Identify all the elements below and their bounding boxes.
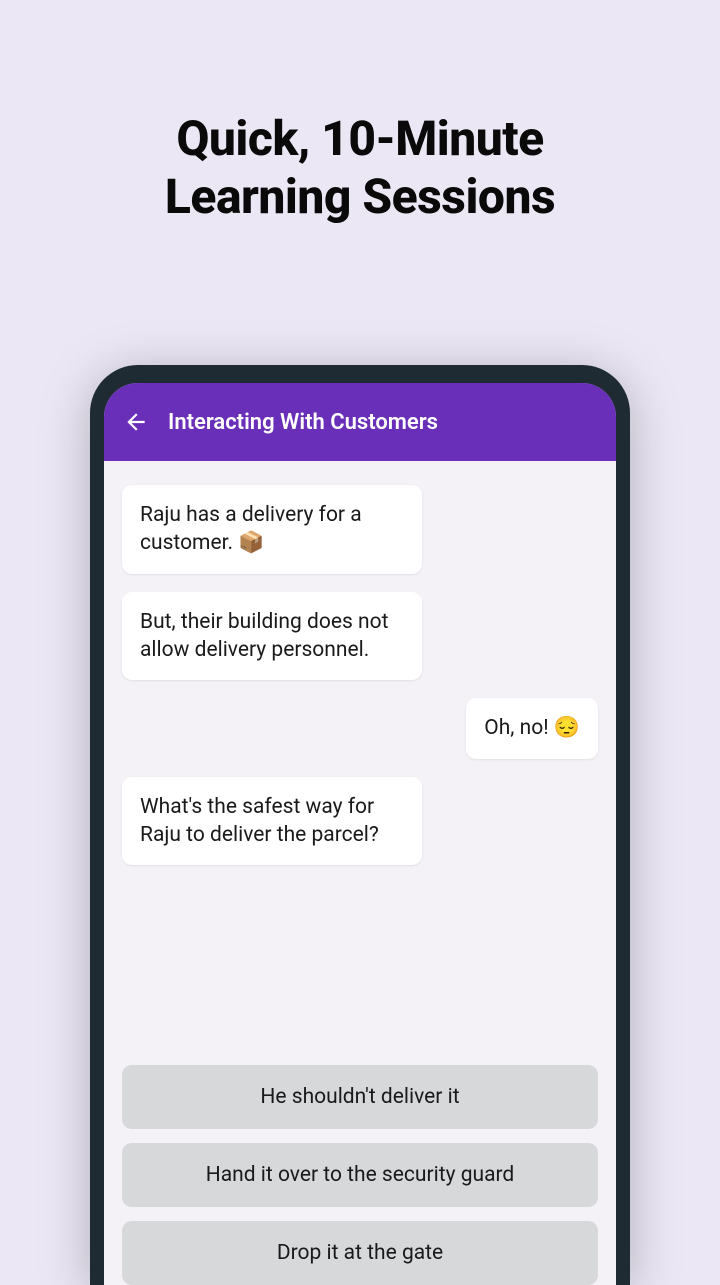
answer-option-1[interactable]: He shouldn't deliver it [122,1065,598,1129]
back-button[interactable] [122,408,150,436]
arrow-left-icon [123,409,149,435]
spacer [122,883,598,1065]
chat-message-right: Oh, no! 😔 [466,698,598,758]
phone-screen: Interacting With Customers Raju has a de… [104,383,616,1285]
chat-message-left: But, their building does not allow deliv… [122,592,422,681]
promo-title-line2: Learning Sessions [165,168,555,225]
answer-option-2[interactable]: Hand it over to the security guard [122,1143,598,1207]
answer-options: He shouldn't deliver it Hand it over to … [104,1065,616,1285]
header-title: Interacting With Customers [168,410,438,435]
promo-title-line1: Quick, 10-Minute [176,110,543,167]
chat-message-left: What's the safest way for Raju to delive… [122,777,422,866]
answer-option-3[interactable]: Drop it at the gate [122,1221,598,1285]
phone-frame: Interacting With Customers Raju has a de… [90,365,630,1285]
phone-mockup: Interacting With Customers Raju has a de… [90,365,630,1285]
promo-title: Quick, 10-Minute Learning Sessions [0,0,720,225]
chat-message-left: Raju has a delivery for a customer. 📦 [122,485,422,574]
app-header: Interacting With Customers [104,383,616,461]
chat-area: Raju has a delivery for a customer. 📦 Bu… [104,461,616,1065]
